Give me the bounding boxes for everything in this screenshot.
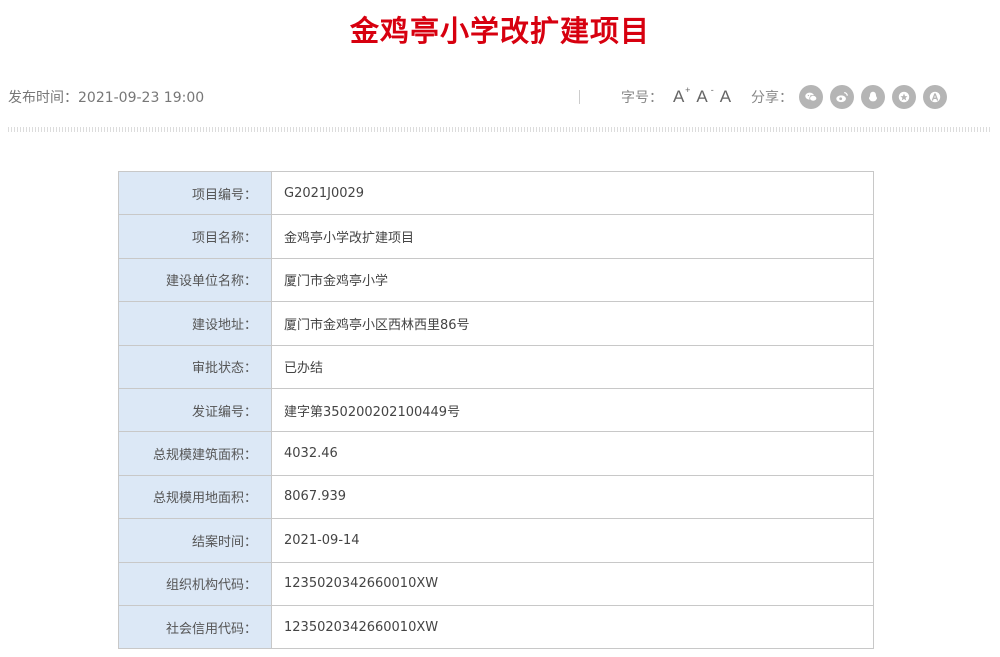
page-title: 金鸡亭小学改扩建项目 — [349, 14, 650, 48]
row-value: 1235020342660010XW — [271, 604, 874, 650]
article-page: 金鸡亭小学改扩建项目 发布时间：2021-09-23 19:00 字号： A + … — [0, 0, 1000, 657]
row-value: 2021-09-14 — [271, 518, 874, 563]
font-reset-button[interactable]: A — [720, 87, 731, 107]
minus-icon: - — [710, 85, 714, 95]
wechat-icon[interactable] — [799, 85, 824, 109]
row-value: 厦门市金鸡亭小学 — [271, 257, 874, 303]
table-row: 发证编号： 建字第350200202100449号 — [118, 387, 874, 433]
table-row: 总规模建筑面积： 4032.46 — [118, 431, 874, 476]
table-row: 结案时间： 2021-09-14 — [118, 518, 874, 563]
table-row: 组织机构代码： 1235020342660010XW — [118, 561, 874, 606]
row-label: 结案时间： — [118, 518, 272, 563]
qzone-icon[interactable] — [892, 85, 917, 109]
row-label: 总规模用地面积： — [118, 474, 272, 520]
font-increase-letter: A — [673, 87, 685, 106]
row-value: 厦门市金鸡亭小区西林西里86号 — [271, 301, 874, 346]
table-row: 总规模用地面积： 8067.939 — [118, 474, 874, 520]
table-row: 项目编号： G2021J0029 — [118, 170, 874, 216]
meta-bar: 发布时间：2021-09-23 19:00 字号： A + A- A 分享： — [0, 84, 1000, 110]
font-size-label: 字号： — [621, 90, 663, 106]
row-label: 项目名称： — [118, 214, 272, 259]
row-label: 建设地址： — [118, 301, 272, 346]
table-row: 社会信用代码： 1235020342660010XW — [118, 604, 874, 650]
publish-time: 发布时间：2021-09-23 19:00 — [8, 90, 205, 106]
row-value: 1235020342660010XW — [271, 561, 874, 606]
row-value: G2021J0029 — [271, 170, 874, 216]
row-value: 4032.46 — [271, 431, 874, 476]
table-row: 建设地址： 厦门市金鸡亭小区西林西里86号 — [118, 301, 874, 346]
row-label: 总规模建筑面积： — [118, 431, 272, 476]
plus-icon: + — [685, 85, 691, 95]
row-value: 金鸡亭小学改扩建项目 — [271, 214, 874, 259]
row-label: 组织机构代码： — [118, 561, 272, 606]
row-value: 建字第350200202100449号 — [271, 387, 874, 433]
share-icons — [799, 85, 954, 109]
article-tools: 字号： A + A- A 分享： — [621, 84, 954, 110]
row-value: 8067.939 — [271, 474, 874, 520]
project-info-table: 项目编号： G2021J0029 项目名称： 金鸡亭小学改扩建项目 建设单位名称： 厦门市… — [118, 170, 874, 650]
row-label: 社会信用代码： — [118, 604, 272, 650]
weibo-icon[interactable] — [830, 85, 855, 109]
row-label: 建设单位名称： — [118, 257, 272, 303]
row-label: 发证编号： — [118, 387, 272, 433]
row-value: 已办结 — [271, 344, 874, 389]
douban-icon[interactable] — [923, 85, 948, 109]
project-info-body: 项目编号： G2021J0029 项目名称： 金鸡亭小学改扩建项目 建设单位名称： 厦门市… — [118, 170, 874, 650]
row-label: 项目编号： — [118, 170, 272, 216]
table-row: 审批状态： 已办结 — [118, 344, 874, 389]
dotted-divider — [8, 127, 992, 132]
font-decrease-letter: A — [696, 87, 708, 106]
share-label: 分享： — [751, 90, 794, 106]
qq-icon[interactable] — [861, 85, 886, 109]
table-row: 建设单位名称： 厦门市金鸡亭小学 — [118, 257, 874, 303]
meta-separator — [579, 90, 580, 104]
font-increase-button[interactable]: A + — [673, 85, 690, 107]
table-row: 项目名称： 金鸡亭小学改扩建项目 — [118, 214, 874, 259]
row-label: 审批状态： — [118, 344, 272, 389]
font-decrease-button[interactable]: A- — [696, 85, 713, 107]
